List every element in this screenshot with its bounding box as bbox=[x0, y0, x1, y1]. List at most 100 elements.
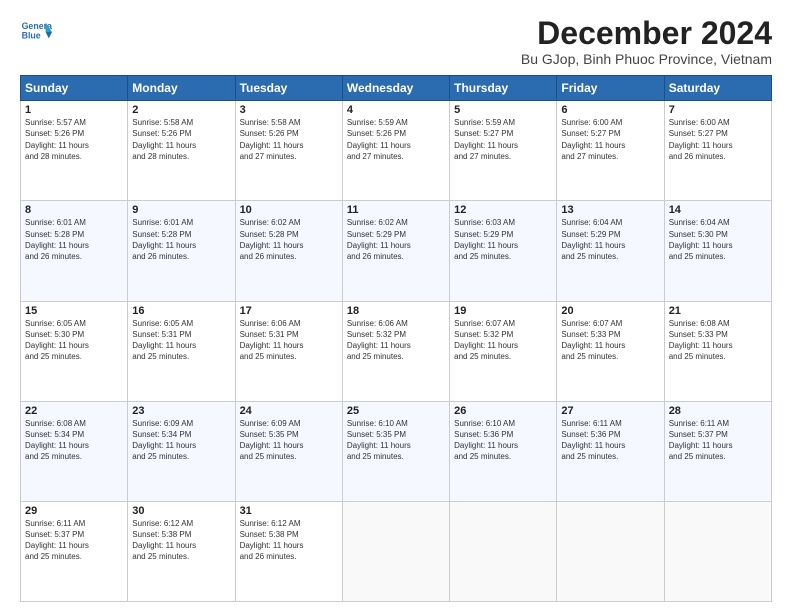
calendar-day-header: Saturday bbox=[664, 76, 771, 101]
day-info: Sunrise: 6:08 AM Sunset: 5:33 PM Dayligh… bbox=[669, 318, 767, 363]
calendar-cell: 13Sunrise: 6:04 AM Sunset: 5:29 PM Dayli… bbox=[557, 201, 664, 301]
main-title: December 2024 bbox=[521, 16, 772, 51]
day-info: Sunrise: 6:12 AM Sunset: 5:38 PM Dayligh… bbox=[240, 518, 338, 563]
day-number: 20 bbox=[561, 305, 659, 317]
calendar-cell: 31Sunrise: 6:12 AM Sunset: 5:38 PM Dayli… bbox=[235, 501, 342, 601]
day-number: 19 bbox=[454, 305, 552, 317]
calendar-cell: 24Sunrise: 6:09 AM Sunset: 5:35 PM Dayli… bbox=[235, 401, 342, 501]
day-info: Sunrise: 6:08 AM Sunset: 5:34 PM Dayligh… bbox=[25, 418, 123, 463]
calendar-cell: 15Sunrise: 6:05 AM Sunset: 5:30 PM Dayli… bbox=[21, 301, 128, 401]
day-info: Sunrise: 6:04 AM Sunset: 5:29 PM Dayligh… bbox=[561, 217, 659, 262]
day-info: Sunrise: 6:00 AM Sunset: 5:27 PM Dayligh… bbox=[561, 117, 659, 162]
subtitle: Bu GJop, Binh Phuoc Province, Vietnam bbox=[521, 51, 772, 67]
calendar-week-row: 8Sunrise: 6:01 AM Sunset: 5:28 PM Daylig… bbox=[21, 201, 772, 301]
day-info: Sunrise: 6:12 AM Sunset: 5:38 PM Dayligh… bbox=[132, 518, 230, 563]
day-number: 5 bbox=[454, 104, 552, 116]
day-number: 29 bbox=[25, 505, 123, 517]
day-info: Sunrise: 6:06 AM Sunset: 5:31 PM Dayligh… bbox=[240, 318, 338, 363]
calendar-cell: 8Sunrise: 6:01 AM Sunset: 5:28 PM Daylig… bbox=[21, 201, 128, 301]
day-number: 31 bbox=[240, 505, 338, 517]
day-number: 15 bbox=[25, 305, 123, 317]
calendar-cell: 28Sunrise: 6:11 AM Sunset: 5:37 PM Dayli… bbox=[664, 401, 771, 501]
calendar-cell: 2Sunrise: 5:58 AM Sunset: 5:26 PM Daylig… bbox=[128, 101, 235, 201]
calendar-cell: 12Sunrise: 6:03 AM Sunset: 5:29 PM Dayli… bbox=[450, 201, 557, 301]
calendar-header-row: SundayMondayTuesdayWednesdayThursdayFrid… bbox=[21, 76, 772, 101]
header: General Blue December 2024 Bu GJop, Binh… bbox=[20, 16, 772, 67]
day-info: Sunrise: 6:11 AM Sunset: 5:37 PM Dayligh… bbox=[25, 518, 123, 563]
calendar-day-header: Tuesday bbox=[235, 76, 342, 101]
calendar-cell: 3Sunrise: 5:58 AM Sunset: 5:26 PM Daylig… bbox=[235, 101, 342, 201]
day-number: 12 bbox=[454, 204, 552, 216]
day-info: Sunrise: 6:09 AM Sunset: 5:34 PM Dayligh… bbox=[132, 418, 230, 463]
day-info: Sunrise: 6:01 AM Sunset: 5:28 PM Dayligh… bbox=[132, 217, 230, 262]
calendar-cell: 23Sunrise: 6:09 AM Sunset: 5:34 PM Dayli… bbox=[128, 401, 235, 501]
day-number: 22 bbox=[25, 405, 123, 417]
day-number: 28 bbox=[669, 405, 767, 417]
day-number: 17 bbox=[240, 305, 338, 317]
svg-text:Blue: Blue bbox=[22, 30, 41, 40]
day-number: 30 bbox=[132, 505, 230, 517]
logo: General Blue bbox=[20, 16, 52, 48]
calendar-cell: 19Sunrise: 6:07 AM Sunset: 5:32 PM Dayli… bbox=[450, 301, 557, 401]
calendar-cell: 25Sunrise: 6:10 AM Sunset: 5:35 PM Dayli… bbox=[342, 401, 449, 501]
calendar-cell bbox=[342, 501, 449, 601]
day-number: 6 bbox=[561, 104, 659, 116]
calendar-week-row: 15Sunrise: 6:05 AM Sunset: 5:30 PM Dayli… bbox=[21, 301, 772, 401]
calendar-cell: 4Sunrise: 5:59 AM Sunset: 5:26 PM Daylig… bbox=[342, 101, 449, 201]
calendar-cell: 6Sunrise: 6:00 AM Sunset: 5:27 PM Daylig… bbox=[557, 101, 664, 201]
day-number: 25 bbox=[347, 405, 445, 417]
day-number: 10 bbox=[240, 204, 338, 216]
day-info: Sunrise: 5:57 AM Sunset: 5:26 PM Dayligh… bbox=[25, 117, 123, 162]
day-info: Sunrise: 5:59 AM Sunset: 5:27 PM Dayligh… bbox=[454, 117, 552, 162]
day-info: Sunrise: 6:11 AM Sunset: 5:36 PM Dayligh… bbox=[561, 418, 659, 463]
day-info: Sunrise: 6:10 AM Sunset: 5:36 PM Dayligh… bbox=[454, 418, 552, 463]
calendar-cell: 30Sunrise: 6:12 AM Sunset: 5:38 PM Dayli… bbox=[128, 501, 235, 601]
calendar-week-row: 29Sunrise: 6:11 AM Sunset: 5:37 PM Dayli… bbox=[21, 501, 772, 601]
calendar-cell: 21Sunrise: 6:08 AM Sunset: 5:33 PM Dayli… bbox=[664, 301, 771, 401]
title-block: December 2024 Bu GJop, Binh Phuoc Provin… bbox=[521, 16, 772, 67]
day-number: 21 bbox=[669, 305, 767, 317]
calendar-week-row: 1Sunrise: 5:57 AM Sunset: 5:26 PM Daylig… bbox=[21, 101, 772, 201]
day-info: Sunrise: 6:04 AM Sunset: 5:30 PM Dayligh… bbox=[669, 217, 767, 262]
calendar-cell bbox=[557, 501, 664, 601]
day-info: Sunrise: 6:02 AM Sunset: 5:28 PM Dayligh… bbox=[240, 217, 338, 262]
calendar-cell bbox=[664, 501, 771, 601]
calendar-cell: 17Sunrise: 6:06 AM Sunset: 5:31 PM Dayli… bbox=[235, 301, 342, 401]
day-info: Sunrise: 6:01 AM Sunset: 5:28 PM Dayligh… bbox=[25, 217, 123, 262]
calendar-cell: 5Sunrise: 5:59 AM Sunset: 5:27 PM Daylig… bbox=[450, 101, 557, 201]
day-number: 16 bbox=[132, 305, 230, 317]
calendar-cell: 20Sunrise: 6:07 AM Sunset: 5:33 PM Dayli… bbox=[557, 301, 664, 401]
calendar-cell: 1Sunrise: 5:57 AM Sunset: 5:26 PM Daylig… bbox=[21, 101, 128, 201]
day-number: 3 bbox=[240, 104, 338, 116]
calendar-cell: 26Sunrise: 6:10 AM Sunset: 5:36 PM Dayli… bbox=[450, 401, 557, 501]
day-info: Sunrise: 6:07 AM Sunset: 5:33 PM Dayligh… bbox=[561, 318, 659, 363]
day-info: Sunrise: 6:05 AM Sunset: 5:31 PM Dayligh… bbox=[132, 318, 230, 363]
day-info: Sunrise: 6:06 AM Sunset: 5:32 PM Dayligh… bbox=[347, 318, 445, 363]
calendar-cell: 27Sunrise: 6:11 AM Sunset: 5:36 PM Dayli… bbox=[557, 401, 664, 501]
day-number: 9 bbox=[132, 204, 230, 216]
calendar-day-header: Friday bbox=[557, 76, 664, 101]
day-info: Sunrise: 6:07 AM Sunset: 5:32 PM Dayligh… bbox=[454, 318, 552, 363]
day-info: Sunrise: 5:58 AM Sunset: 5:26 PM Dayligh… bbox=[240, 117, 338, 162]
day-number: 27 bbox=[561, 405, 659, 417]
day-info: Sunrise: 6:02 AM Sunset: 5:29 PM Dayligh… bbox=[347, 217, 445, 262]
day-number: 14 bbox=[669, 204, 767, 216]
calendar-cell: 18Sunrise: 6:06 AM Sunset: 5:32 PM Dayli… bbox=[342, 301, 449, 401]
calendar-day-header: Thursday bbox=[450, 76, 557, 101]
day-number: 1 bbox=[25, 104, 123, 116]
day-info: Sunrise: 6:05 AM Sunset: 5:30 PM Dayligh… bbox=[25, 318, 123, 363]
day-number: 13 bbox=[561, 204, 659, 216]
day-info: Sunrise: 5:58 AM Sunset: 5:26 PM Dayligh… bbox=[132, 117, 230, 162]
calendar-table: SundayMondayTuesdayWednesdayThursdayFrid… bbox=[20, 75, 772, 602]
calendar-cell: 29Sunrise: 6:11 AM Sunset: 5:37 PM Dayli… bbox=[21, 501, 128, 601]
page: General Blue December 2024 Bu GJop, Binh… bbox=[0, 0, 792, 612]
day-info: Sunrise: 6:10 AM Sunset: 5:35 PM Dayligh… bbox=[347, 418, 445, 463]
calendar-day-header: Wednesday bbox=[342, 76, 449, 101]
day-number: 2 bbox=[132, 104, 230, 116]
calendar-cell: 10Sunrise: 6:02 AM Sunset: 5:28 PM Dayli… bbox=[235, 201, 342, 301]
calendar-cell: 9Sunrise: 6:01 AM Sunset: 5:28 PM Daylig… bbox=[128, 201, 235, 301]
day-number: 7 bbox=[669, 104, 767, 116]
day-number: 11 bbox=[347, 204, 445, 216]
day-number: 4 bbox=[347, 104, 445, 116]
calendar-cell bbox=[450, 501, 557, 601]
